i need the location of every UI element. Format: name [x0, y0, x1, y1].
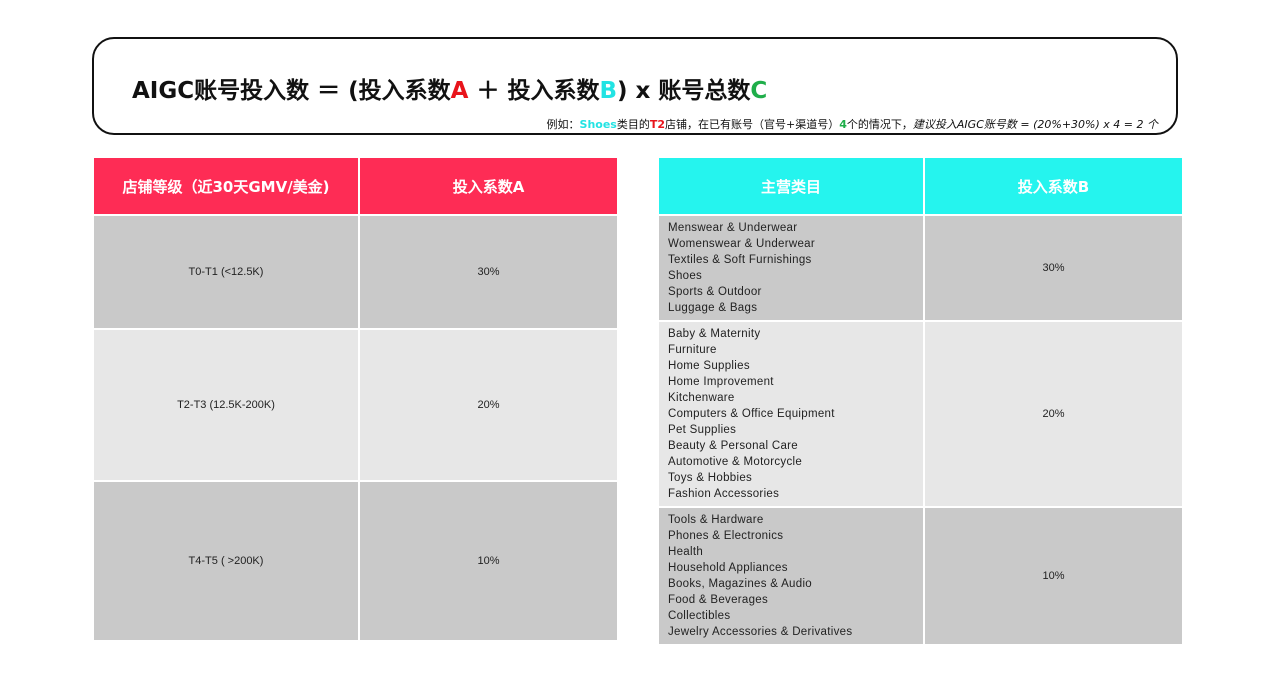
example-note: 例如：Shoes类目的T2店铺，在已有账号（官号+渠道号）4个的情况下，建议投入…	[547, 116, 1158, 132]
category-list: Tools & Hardware Phones & Electronics He…	[668, 512, 923, 640]
header-coef-b: 投入系数B	[923, 156, 1184, 216]
tier-cell: T0-T1 (<12.5K)	[92, 214, 360, 330]
example-text-1: 类目的	[616, 118, 650, 131]
category-list-cell: Tools & Hardware Phones & Electronics He…	[657, 506, 925, 646]
formula-text-1: AIGC账号投入数 ＝ (投入系数	[132, 78, 451, 104]
tier-cell: T4-T5 ( >200K)	[92, 480, 360, 642]
category-list: Menswear & Underwear Womenswear & Underw…	[668, 220, 923, 316]
tier-cell: T2-T3 (12.5K-200K)	[92, 328, 360, 482]
example-text-3: 个的情况下，	[846, 118, 913, 131]
table-row: Tools & Hardware Phones & Electronics He…	[657, 506, 1184, 646]
header-coef-a: 投入系数A	[358, 156, 619, 216]
list-item: Books, Magazines & Audio	[668, 578, 813, 590]
store-tier-table: 店铺等级（近30天GMV/美金) 投入系数A T0-T1 (<12.5K) 30…	[92, 156, 619, 642]
table-row: T2-T3 (12.5K-200K) 20%	[92, 328, 619, 482]
formula-text-2: ＋ 投入系数	[468, 78, 600, 104]
formula-text-3: ) x 账号总数	[617, 78, 751, 104]
list-item: Baby & Maternity	[668, 328, 761, 340]
table-row: T0-T1 (<12.5K) 30%	[92, 214, 619, 330]
list-item: Sports & Outdoor	[668, 286, 762, 298]
category-list: Baby & Maternity Furniture Home Supplies…	[668, 326, 923, 502]
coef-a-cell: 10%	[358, 480, 619, 642]
list-item: Home Supplies	[668, 360, 750, 372]
table-row: Baby & Maternity Furniture Home Supplies…	[657, 320, 1184, 508]
list-item: Food & Beverages	[668, 594, 769, 606]
header-main-category: 主营类目	[657, 156, 925, 216]
list-item: Textiles & Soft Furnishings	[668, 254, 812, 266]
table-row: T4-T5 ( >200K) 10%	[92, 480, 619, 642]
list-item: Phones & Electronics	[668, 530, 784, 542]
formula-total-c: C	[750, 78, 768, 104]
example-t2: T2	[649, 118, 666, 131]
formula-coef-b: B	[599, 78, 618, 104]
example-text-2: 店铺，在已有账号（官号+渠道号）	[665, 118, 840, 131]
category-table: 主营类目 投入系数B Menswear & Underwear Womenswe…	[657, 156, 1184, 646]
coef-a-cell: 30%	[358, 214, 619, 330]
example-result: 建议投入AIGC账号数 = (20%+30%) x 4 = 2 个	[912, 118, 1158, 131]
list-item: Kitchenware	[668, 392, 735, 404]
example-four: 4	[839, 118, 847, 131]
category-list-cell: Menswear & Underwear Womenswear & Underw…	[657, 214, 925, 322]
formula-coef-a: A	[450, 78, 469, 104]
list-item: Shoes	[668, 270, 703, 282]
list-item: Pet Supplies	[668, 424, 737, 436]
coef-b-cell: 30%	[923, 214, 1184, 322]
list-item: Tools & Hardware	[668, 514, 764, 526]
list-item: Fashion Accessories	[668, 488, 780, 500]
formula-box: AIGC账号投入数 ＝ (投入系数A ＋ 投入系数B) x 账号总数C 例如：S…	[92, 37, 1178, 135]
list-item: Beauty & Personal Care	[668, 440, 798, 452]
list-item: Menswear & Underwear	[668, 222, 798, 234]
list-item: Luggage & Bags	[668, 302, 758, 314]
list-item: Household Appliances	[668, 562, 788, 574]
list-item: Collectibles	[668, 610, 731, 622]
list-item: Computers & Office Equipment	[668, 408, 835, 420]
coef-a-cell: 20%	[358, 328, 619, 482]
list-item: Health	[668, 546, 704, 558]
category-list-cell: Baby & Maternity Furniture Home Supplies…	[657, 320, 925, 508]
list-item: Toys & Hobbies	[668, 472, 753, 484]
coef-b-cell: 10%	[923, 506, 1184, 646]
list-item: Furniture	[668, 344, 717, 356]
list-item: Automotive & Motorcycle	[668, 456, 803, 468]
list-item: Womenswear & Underwear	[668, 238, 815, 250]
coef-b-cell: 20%	[923, 320, 1184, 508]
list-item: Home Improvement	[668, 376, 774, 388]
table-row: Menswear & Underwear Womenswear & Underw…	[657, 214, 1184, 322]
example-prefix: 例如：	[546, 118, 580, 131]
example-shoes: Shoes	[579, 118, 617, 131]
formula-title: AIGC账号投入数 ＝ (投入系数A ＋ 投入系数B) x 账号总数C	[132, 71, 767, 105]
header-store-tier: 店铺等级（近30天GMV/美金)	[92, 156, 360, 216]
list-item: Jewelry Accessories & Derivatives	[668, 626, 853, 638]
